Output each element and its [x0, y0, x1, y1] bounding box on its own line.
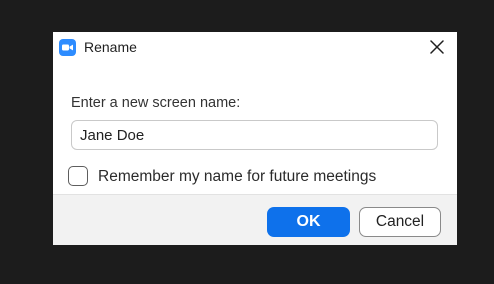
remember-name-checkbox[interactable] — [68, 166, 88, 186]
zoom-camera-icon — [59, 39, 76, 56]
rename-dialog: Rename Enter a new screen name: Remember… — [53, 32, 457, 245]
screen-name-input[interactable] — [71, 120, 438, 150]
screen-name-prompt: Enter a new screen name: — [71, 95, 241, 111]
dialog-titlebar[interactable]: Rename — [53, 32, 457, 62]
remember-name-label[interactable]: Remember my name for future meetings — [98, 167, 376, 187]
ok-button[interactable]: OK — [267, 207, 350, 237]
remember-name-option[interactable]: Remember my name for future meetings — [68, 166, 428, 188]
close-button[interactable] — [423, 35, 451, 59]
dialog-footer: OK Cancel — [53, 194, 457, 245]
cancel-button[interactable]: Cancel — [359, 207, 441, 237]
dialog-title: Rename — [84, 39, 137, 55]
